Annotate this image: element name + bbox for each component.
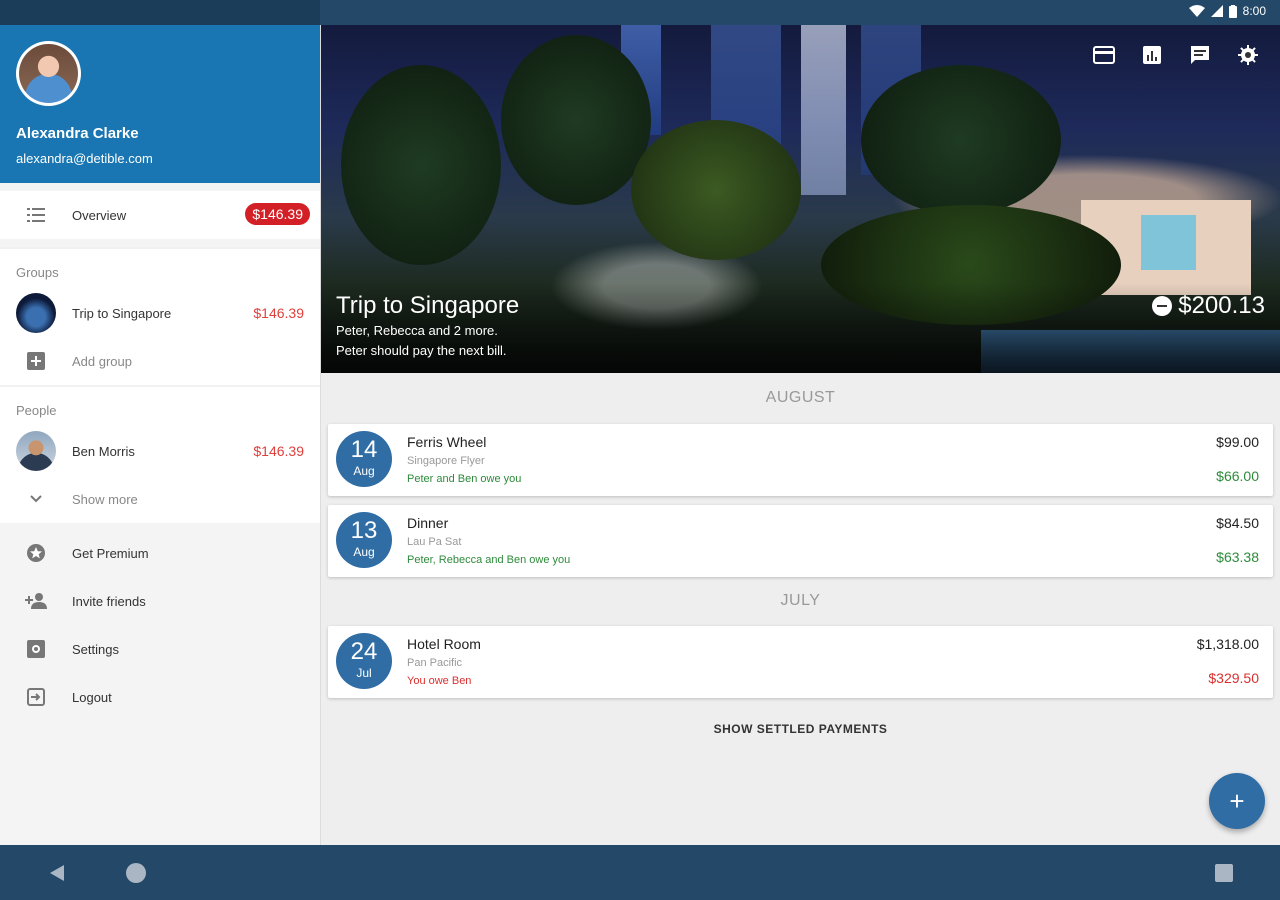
chart-icon[interactable] [1140, 43, 1164, 67]
drawer-item-invite-friends[interactable]: Invite friends [0, 577, 320, 625]
overview-balance-badge: $146.39 [245, 203, 310, 225]
expense-title: Dinner [407, 515, 449, 531]
user-email: alexandra@detible.com [16, 151, 153, 166]
month-header-august: AUGUST [765, 389, 836, 406]
home-icon[interactable] [126, 863, 146, 883]
back-icon[interactable] [48, 864, 66, 882]
status-icons: 8:00 [1188, 4, 1266, 18]
expense-place: Pan Pacific [407, 657, 463, 669]
groups-header: Groups [0, 249, 320, 289]
invite-friends-label: Invite friends [72, 593, 146, 609]
expense-price: $1,318.00 [1196, 636, 1259, 652]
date-month: Aug [353, 545, 375, 559]
list-icon [24, 203, 48, 227]
plus-icon: + [1229, 785, 1245, 816]
date-day: 14 [350, 436, 378, 463]
person-item-ben-morris[interactable]: Ben Morris $146.39 [0, 427, 320, 475]
expense-note: Peter, Rebecca and Ben owe you [407, 554, 571, 566]
expense-price: $84.50 [1216, 515, 1259, 531]
drawer-item-get-premium[interactable]: Get Premium [0, 529, 320, 577]
group-toolbar [1092, 43, 1260, 67]
user-avatar[interactable] [16, 41, 81, 106]
status-time: 8:00 [1242, 4, 1266, 18]
date-badge: 14 Aug [336, 431, 392, 487]
month-header-july: JULY [780, 592, 821, 609]
gear-icon[interactable] [1236, 43, 1260, 67]
add-box-icon [24, 349, 48, 373]
expense-card[interactable]: 14 Aug Ferris Wheel Singapore Flyer Pete… [328, 424, 1273, 496]
date-month: Aug [353, 464, 375, 478]
chat-icon[interactable] [1188, 43, 1212, 67]
date-month: Jul [356, 666, 372, 680]
minus-circle-icon [1152, 296, 1173, 316]
add-group-button[interactable]: Add group [0, 337, 320, 385]
group-avatar [16, 293, 56, 333]
show-settled-payments-button[interactable]: SHOW SETTLED PAYMENTS [321, 722, 1280, 736]
expense-title: Ferris Wheel [407, 434, 487, 450]
main-content: Trip to Singapore Peter, Rebecca and 2 m… [321, 25, 1280, 845]
expense-share: $63.38 [1216, 549, 1259, 565]
wifi-icon [1188, 5, 1205, 17]
expense-share: $66.00 [1216, 468, 1259, 484]
signal-icon [1210, 5, 1223, 17]
drawer-header: Alexandra Clarke alexandra@detible.com [0, 25, 320, 183]
expense-card[interactable]: 24 Jul Hotel Room Pan Pacific You owe Be… [328, 626, 1273, 698]
logout-icon [24, 685, 48, 709]
chevron-down-icon [24, 487, 48, 511]
logout-label: Logout [72, 689, 112, 705]
expense-title: Hotel Room [407, 636, 481, 652]
settings-icon [24, 637, 48, 661]
date-badge: 13 Aug [336, 512, 392, 568]
person-label: Ben Morris [72, 443, 135, 459]
group-total: $200.13 [1152, 292, 1265, 320]
group-amount: $146.39 [253, 305, 304, 321]
people-header: People [0, 387, 320, 427]
expense-card[interactable]: 13 Aug Dinner Lau Pa Sat Peter, Rebecca … [328, 505, 1273, 577]
settings-label: Settings [72, 641, 119, 657]
group-members: Peter, Rebecca and 2 more. [336, 323, 498, 338]
show-more-button[interactable]: Show more [0, 475, 320, 523]
show-more-label: Show more [72, 491, 138, 507]
expense-note: You owe Ben [407, 675, 472, 687]
recents-icon[interactable] [1215, 864, 1233, 882]
expense-place: Singapore Flyer [407, 455, 485, 467]
drawer-item-settings[interactable]: Settings [0, 625, 320, 673]
overview-label: Overview [72, 207, 127, 223]
expense-price: $99.00 [1216, 434, 1259, 450]
status-bar-drawer-strip [0, 0, 320, 25]
expense-note: Peter and Ben owe you [407, 473, 522, 485]
add-group-label: Add group [72, 353, 132, 369]
person-add-icon [24, 589, 48, 613]
user-name: Alexandra Clarke [16, 125, 139, 142]
person-amount: $146.39 [253, 443, 304, 459]
drawer-item-logout[interactable]: Logout [0, 673, 320, 721]
system-nav-bar [0, 845, 1280, 900]
add-expense-fab[interactable]: + [1209, 773, 1265, 829]
card-icon[interactable] [1092, 43, 1116, 67]
group-label: Trip to Singapore [72, 305, 172, 321]
group-hero-image: Trip to Singapore Peter, Rebecca and 2 m… [321, 25, 1280, 373]
group-total-amount: $200.13 [1178, 292, 1265, 319]
battery-icon [1228, 4, 1237, 18]
date-day: 24 [350, 638, 378, 665]
star-icon [24, 541, 48, 565]
date-badge: 24 Jul [336, 633, 392, 689]
status-bar: 8:00 [0, 0, 1280, 25]
date-day: 13 [350, 517, 378, 544]
next-payer: Peter should pay the next bill. [336, 343, 507, 358]
group-item-trip-to-singapore[interactable]: Trip to Singapore $146.39 [0, 289, 320, 337]
drawer-item-overview[interactable]: Overview $146.39 [0, 191, 320, 239]
person-avatar [16, 431, 56, 471]
navigation-drawer: Alexandra Clarke alexandra@detible.com O… [0, 25, 321, 845]
group-title: Trip to Singapore [336, 292, 520, 319]
expense-place: Lau Pa Sat [407, 536, 462, 548]
expense-share: $329.50 [1208, 670, 1259, 686]
get-premium-label: Get Premium [72, 545, 149, 561]
